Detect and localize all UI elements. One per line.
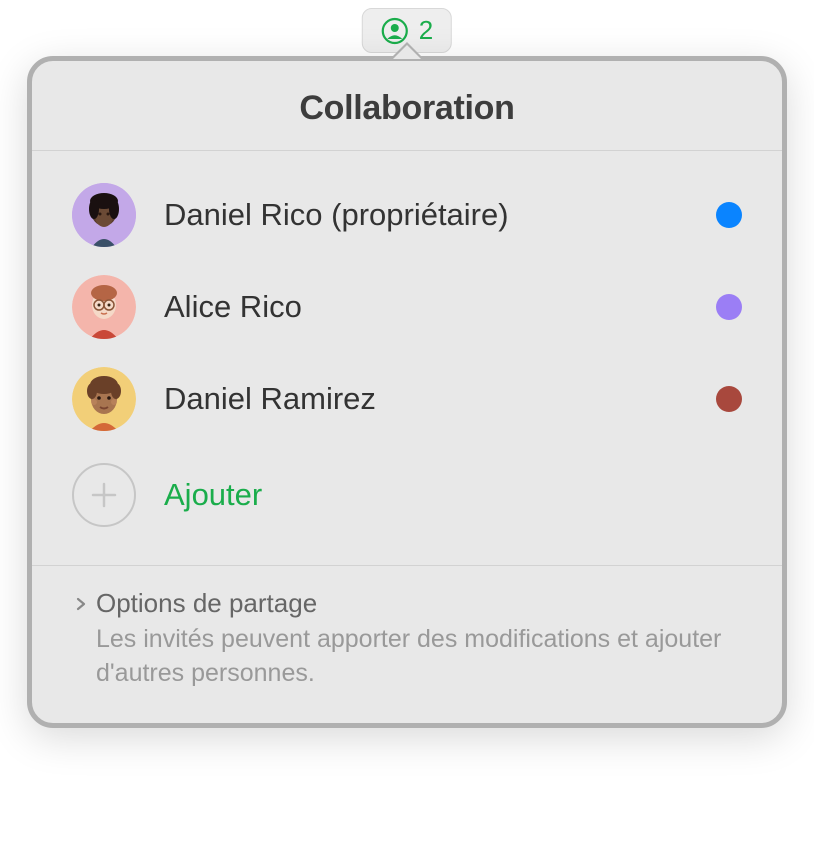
presence-color-dot [716, 202, 742, 228]
participant-row[interactable]: Daniel Rico (propriétaire) [72, 169, 742, 261]
avatar [72, 183, 136, 247]
participant-row[interactable]: Alice Rico [72, 261, 742, 353]
chevron-right-icon [72, 595, 90, 613]
add-participant-label: Ajouter [164, 477, 262, 513]
popover-header: Collaboration [32, 61, 782, 151]
popover-title: Collaboration [52, 89, 762, 128]
popover-arrow [393, 45, 421, 59]
plus-icon [72, 463, 136, 527]
share-options-row[interactable]: Options de partage Les invités peuvent a… [32, 565, 782, 723]
avatar [72, 275, 136, 339]
share-options-title: Options de partage [96, 588, 317, 619]
participant-name: Daniel Rico (propriétaire) [164, 197, 716, 233]
participant-name: Daniel Ramirez [164, 381, 716, 417]
collaboration-popover: Collaboration [27, 56, 787, 728]
participant-row[interactable]: Daniel Ramirez [72, 353, 742, 445]
participants-list: Daniel Rico (propriétaire) [32, 151, 782, 565]
participant-name: Alice Rico [164, 289, 716, 325]
presence-color-dot [716, 386, 742, 412]
share-options-description: Les invités peuvent apporter des modific… [96, 623, 742, 691]
avatar [72, 367, 136, 431]
presence-color-dot [716, 294, 742, 320]
person-circle-icon [381, 17, 409, 45]
add-participant-button[interactable]: Ajouter [72, 445, 742, 555]
